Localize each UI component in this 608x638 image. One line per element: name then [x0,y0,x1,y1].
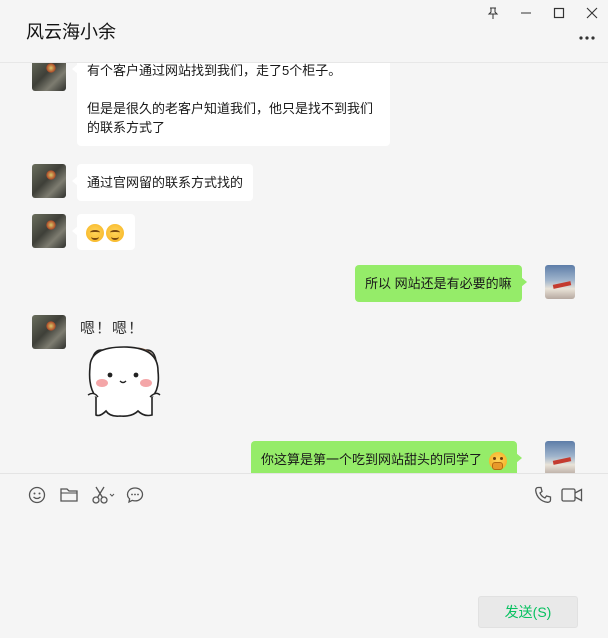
message-list[interactable]: 有个客户通过网站找到我们，走了5个柜子。 但是是很久的老客户知道我们，他只是找不… [0,63,608,473]
message-text: 所以 网站还是有必要的嘛 [365,276,512,291]
message-text: 你这算是第一个吃到网站甜头的同学了 [261,452,483,467]
thinking-face-emoji [488,451,507,470]
message-bubble[interactable]: 通过官网留的联系方式找的 [71,164,254,201]
input-toolbar [0,480,608,510]
pin-icon[interactable] [476,0,509,26]
contact-avatar[interactable] [32,164,66,198]
message-text: 有个客户通过网站找到我们，走了5个柜子。 [87,63,342,78]
send-button[interactable]: 发送(S) [478,596,578,628]
cat-sticker[interactable]: 嗯！嗯！ [80,317,170,419]
input-divider [0,473,608,474]
contact-avatar[interactable] [32,63,66,91]
message-bubble[interactable] [72,214,135,250]
message-text: 但是是很久的老客户知道我们，他只是找不到我们的联系方式了 [87,101,374,135]
window-controls [476,0,608,26]
smiling-face-emoji [86,223,104,242]
chat-title: 风云海小余 [26,22,116,42]
chat-bubble-icon[interactable] [124,484,146,506]
phone-icon[interactable] [532,484,554,506]
contact-avatar[interactable] [32,315,66,349]
my-avatar[interactable] [545,265,575,299]
folder-icon[interactable] [58,484,80,506]
more-options-icon[interactable] [576,30,598,46]
my-avatar[interactable] [545,441,575,473]
message-bubble[interactable]: 所以 网站还是有必要的嘛 [355,265,527,302]
smiling-face-emoji [106,223,124,242]
maximize-icon[interactable] [542,0,575,26]
close-icon[interactable] [575,0,608,26]
video-call-icon[interactable] [560,484,584,506]
title-bar: 风云海小余 [0,0,608,63]
minimize-icon[interactable] [509,0,542,26]
message-input[interactable] [20,515,588,585]
message-bubble[interactable]: 你这算是第一个吃到网站甜头的同学了 [251,441,522,473]
emoji-icon[interactable] [26,484,48,506]
message-text: 通过官网留的联系方式找的 [87,175,244,190]
message-bubble[interactable]: 有个客户通过网站找到我们，走了5个柜子。 但是是很久的老客户知道我们，他只是找不… [72,63,390,146]
contact-avatar[interactable] [32,214,66,248]
chat-window: 风云海小余 有个客户通过网站找到我们，走了5个柜子。 但是是很久的老客户知道我们… [0,0,608,638]
scissors-icon[interactable] [90,484,116,506]
